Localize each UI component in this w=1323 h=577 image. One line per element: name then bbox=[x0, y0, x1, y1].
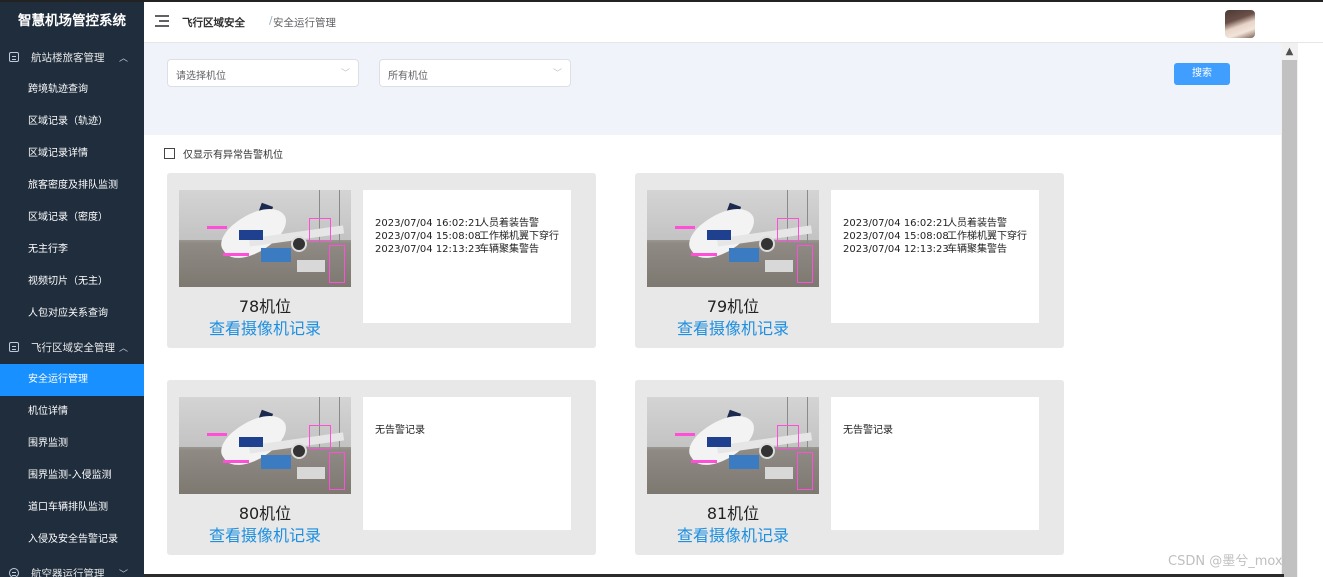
filter-panel: 请选择机位 ﹀ 所有机位 ﹀ 搜索 bbox=[144, 43, 1281, 135]
plane-icon bbox=[9, 568, 19, 577]
alarm-panel: 无告警记录 bbox=[831, 397, 1039, 530]
stand-number: 78机位 bbox=[238, 297, 292, 316]
sidebar-item-density-queue[interactable]: 旅客密度及排队监测 bbox=[0, 170, 144, 202]
stand-number: 81机位 bbox=[706, 504, 760, 523]
stand-card: 81机位 查看摄像机记录 无告警记录 bbox=[635, 380, 1064, 555]
app-title: 智慧机场管控系统 bbox=[0, 2, 144, 40]
alarm-row: 2023/07/04 12:13:23车辆聚集警告 bbox=[843, 244, 1007, 255]
breadcrumb-current: 安全运行管理 bbox=[273, 17, 336, 29]
stand-card: 78机位 查看摄像机记录 2023/07/04 16:02:21人员着装告警 2… bbox=[167, 173, 596, 348]
chevron-down-icon: ﹀ bbox=[118, 570, 128, 577]
sidebar-item-stand-detail[interactable]: 机位详情 bbox=[0, 396, 144, 428]
only-alarm-label: 仅显示有异常告警机位 bbox=[183, 150, 283, 161]
avatar[interactable] bbox=[1225, 10, 1255, 38]
breadcrumb-parent[interactable]: 飞行区域安全 bbox=[182, 15, 245, 30]
alarm-panel: 2023/07/04 16:02:21人员着装告警 2023/07/04 15:… bbox=[363, 190, 571, 323]
stand-filter-value: 所有机位 bbox=[388, 71, 428, 82]
sidebar-item-person-bag[interactable]: 人包对应关系查询 bbox=[0, 298, 144, 330]
menu-group-terminal[interactable]: 航站楼旅客管理 ︿ bbox=[0, 40, 144, 74]
sidebar-item-video-clip[interactable]: 视频切片（无主） bbox=[0, 266, 144, 298]
camera-snapshot[interactable] bbox=[179, 190, 351, 287]
stand-card: 80机位 查看摄像机记录 无告警记录 bbox=[167, 380, 596, 555]
watermark: CSDN @墨兮_moxi bbox=[1168, 554, 1287, 569]
stand-number: 80机位 bbox=[238, 504, 292, 523]
chevron-down-icon: ﹀ bbox=[340, 69, 350, 79]
alarm-row: 2023/07/04 12:13:23车辆聚集警告 bbox=[375, 244, 539, 255]
alarm-panel: 2023/07/04 16:02:21人员着装告警 2023/07/04 15:… bbox=[831, 190, 1039, 323]
stand-select-placeholder: 请选择机位 bbox=[176, 71, 226, 82]
view-camera-records-link[interactable]: 查看摄像机记录 bbox=[179, 315, 351, 339]
camera-snapshot[interactable] bbox=[647, 397, 819, 494]
view-camera-records-link[interactable]: 查看摄像机记录 bbox=[179, 522, 351, 546]
breadcrumb-separator: / bbox=[269, 15, 273, 27]
stand-card: 79机位 查看摄像机记录 2023/07/04 16:02:21人员着装告警 2… bbox=[635, 173, 1064, 348]
scrollbar[interactable]: ▲ bbox=[1281, 43, 1298, 577]
scroll-thumb[interactable] bbox=[1282, 60, 1297, 577]
menu-group-label: 飞行区域安全管理 bbox=[31, 341, 115, 354]
chevron-down-icon: ﹀ bbox=[552, 69, 562, 79]
menu-group-label: 航站楼旅客管理 bbox=[31, 51, 105, 64]
sidebar-item-area-record-density[interactable]: 区域记录（密度） bbox=[0, 202, 144, 234]
sidebar: 智慧机场管控系统 航站楼旅客管理 ︿ 跨境轨迹查询 区域记录（轨迹） 区域记录详… bbox=[0, 2, 144, 577]
top-header: 飞行区域安全 / 安全运行管理 bbox=[144, 2, 1323, 43]
sidebar-item-crossing-queue[interactable]: 道口车辆排队监测 bbox=[0, 492, 144, 524]
sidebar-item-cross-border-track[interactable]: 跨境轨迹查询 bbox=[0, 74, 144, 106]
only-alarm-checkbox[interactable] bbox=[164, 148, 175, 159]
search-button[interactable]: 搜索 bbox=[1174, 63, 1230, 85]
no-alarm-text: 无告警记录 bbox=[843, 425, 893, 436]
sidebar-item-area-record-detail[interactable]: 区域记录详情 bbox=[0, 138, 144, 170]
menu-group-aircraft[interactable]: 航空器运行管理 ﹀ bbox=[0, 556, 144, 577]
only-alarm-filter[interactable]: 仅显示有异常告警机位 bbox=[164, 146, 283, 161]
chevron-up-icon: ︿ bbox=[118, 344, 128, 354]
sidebar-item-perimeter-intrusion[interactable]: 围界监测-入侵监测 bbox=[0, 460, 144, 492]
scroll-up-arrow-icon[interactable]: ▲ bbox=[1281, 43, 1298, 60]
view-camera-records-link[interactable]: 查看摄像机记录 bbox=[647, 315, 819, 339]
stand-select[interactable]: 请选择机位 ﹀ bbox=[167, 59, 359, 87]
sidebar-item-intrusion-alarm[interactable]: 入侵及安全告警记录 bbox=[0, 524, 144, 556]
document-icon bbox=[9, 342, 19, 352]
menu-toggle-icon[interactable] bbox=[155, 15, 169, 27]
camera-snapshot[interactable] bbox=[179, 397, 351, 494]
sidebar-item-area-record-track[interactable]: 区域记录（轨迹） bbox=[0, 106, 144, 138]
sidebar-item-unattended-luggage[interactable]: 无主行李 bbox=[0, 234, 144, 266]
chevron-up-icon: ︿ bbox=[118, 54, 128, 64]
no-alarm-text: 无告警记录 bbox=[375, 425, 425, 436]
grid-icon bbox=[9, 52, 19, 62]
sidebar-item-safety-operation[interactable]: 安全运行管理 bbox=[0, 364, 144, 396]
menu-group-airside-safety[interactable]: 飞行区域安全管理 ︿ bbox=[0, 330, 144, 364]
camera-snapshot[interactable] bbox=[647, 190, 819, 287]
menu-group-label: 航空器运行管理 bbox=[31, 567, 105, 577]
view-camera-records-link[interactable]: 查看摄像机记录 bbox=[647, 522, 819, 546]
stand-number: 79机位 bbox=[706, 297, 760, 316]
stand-filter-select[interactable]: 所有机位 ﹀ bbox=[379, 59, 571, 87]
sidebar-item-perimeter[interactable]: 围界监测 bbox=[0, 428, 144, 460]
alarm-panel: 无告警记录 bbox=[363, 397, 571, 530]
